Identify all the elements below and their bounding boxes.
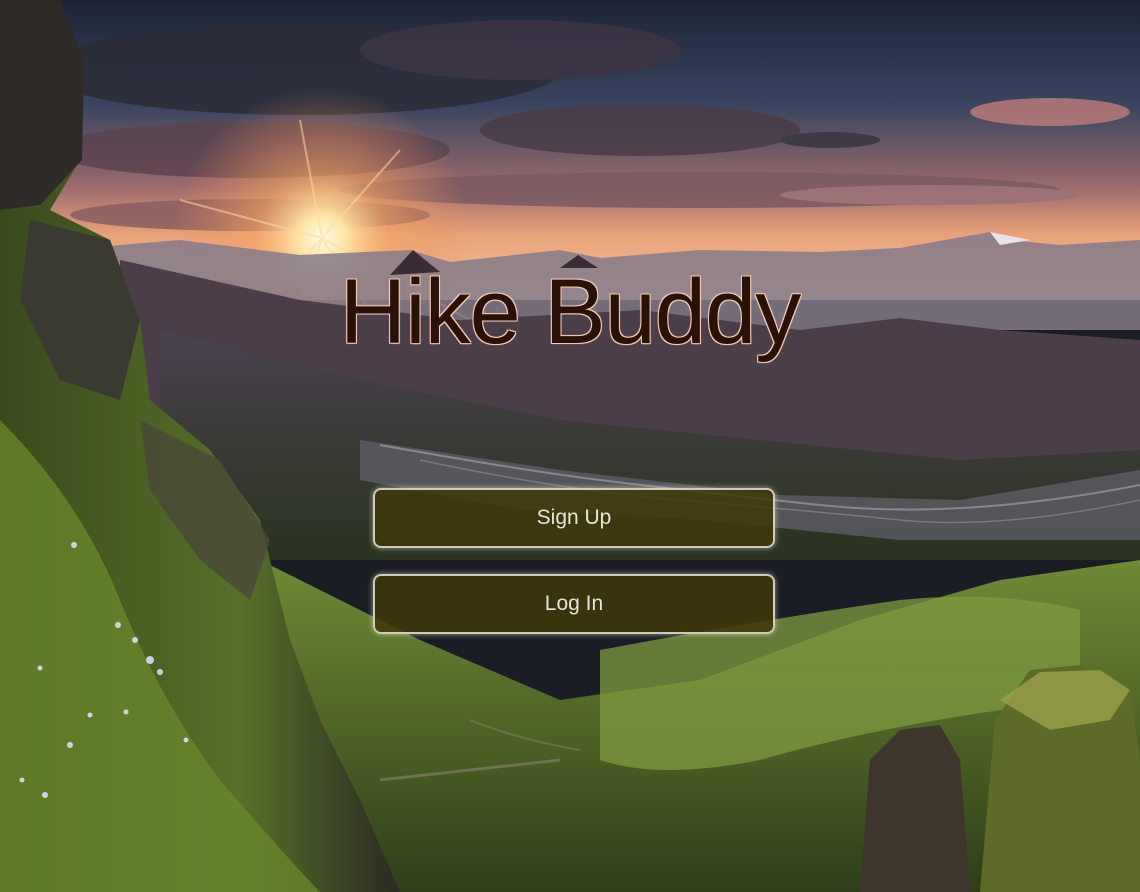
landing-screen: Hike Buddy Sign Up Log In: [0, 0, 1140, 892]
mountain-sunset-background: [0, 0, 1140, 892]
app-title: Hike Buddy: [339, 261, 801, 363]
sign-up-button[interactable]: Sign Up: [373, 488, 775, 548]
log-in-button[interactable]: Log In: [373, 574, 775, 634]
